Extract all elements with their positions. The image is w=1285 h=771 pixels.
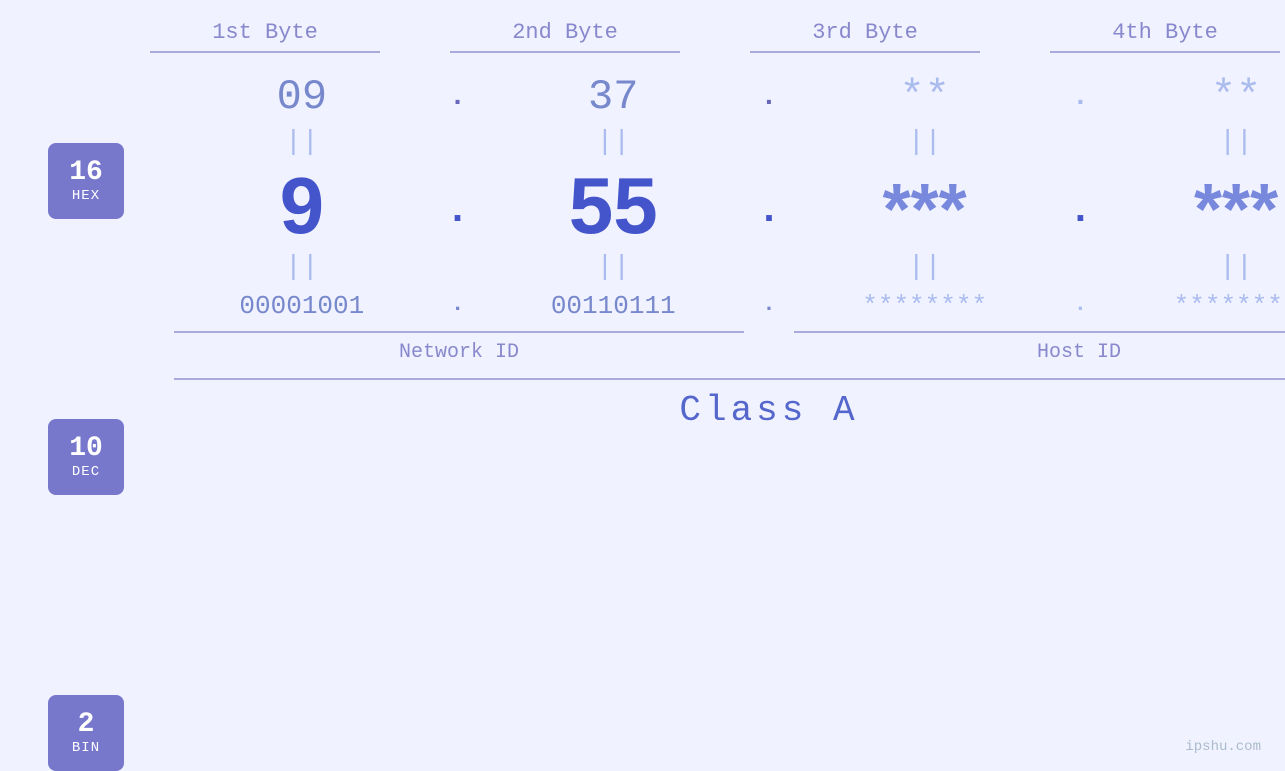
page-container: 1st Byte 2nd Byte 3rd Byte 4th Byte 16 H… [0,0,1285,767]
byte-headers: 1st Byte 2nd Byte 3rd Byte 4th Byte [65,0,1285,53]
hex-badge: 16 HEX [48,143,124,219]
bin-badge-number: 2 [78,710,95,741]
hex-badge-label: HEX [72,188,100,204]
hex-dot1: . [443,82,473,121]
eq2-b1: || [167,252,437,283]
dec-b3: *** [790,174,1060,246]
hex-dot3: . [1065,82,1095,121]
hex-b2: 37 [478,73,748,121]
badges-column: 16 HEX 10 DEC 2 BIN [0,63,124,771]
bin-b2: 00110111 [478,291,748,321]
bin-badge-label: BIN [72,740,100,756]
byte2-header: 2nd Byte [430,20,700,53]
eq2-b4: || [1101,252,1285,283]
equals-row-1: || || || || [144,127,1285,158]
byte4-header: 4th Byte [1030,20,1285,53]
network-id-label: Network ID [164,341,754,364]
host-id-label: Host ID [784,341,1285,364]
eq2-b2: || [478,252,748,283]
bin-b3: ******** [790,291,1060,321]
bottom-bracket-lines: Network ID Host ID [144,331,1285,364]
class-footer-section: Class A [144,378,1285,431]
bin-b4: ******** [1101,291,1285,321]
eq1-b4: || [1101,127,1285,158]
main-area: 16 HEX 10 DEC 2 BIN 09 . [0,63,1285,771]
eq1-b3: || [790,127,1060,158]
class-label: Class A [164,390,1285,431]
dec-dot3: . [1065,189,1095,246]
eq1-b1: || [167,127,437,158]
host-id-bracket: Host ID [784,331,1285,364]
dec-dot1: . [443,189,473,246]
eq2-b3: || [790,252,1060,283]
equals-row-2: || || || || [144,252,1285,283]
dec-b4: *** [1101,174,1285,246]
hex-row: 09 . 37 . ** . ** [144,73,1285,121]
values-grid: 09 . 37 . ** . ** || || [124,63,1285,431]
hex-badge-number: 16 [69,158,103,189]
bin-row: 00001001 . 00110111 . ******** . [144,291,1285,321]
dec-row: 9 . 55 . *** . *** [144,166,1285,246]
hex-b4: ** [1101,73,1285,121]
network-id-bracket: Network ID [164,331,754,364]
byte3-header: 3rd Byte [730,20,1000,53]
bin-dot2: . [754,292,784,321]
dec-b1: 9 [167,166,437,246]
eq1-b2: || [478,127,748,158]
byte1-header: 1st Byte [130,20,400,53]
dec-badge-number: 10 [69,434,103,465]
hex-dot2: . [754,82,784,121]
hex-b3: ** [790,73,1060,121]
bin-dot3: . [1065,292,1095,321]
dec-badge: 10 DEC [48,419,124,495]
bin-dot1: . [443,292,473,321]
bin-b1: 00001001 [167,291,437,321]
dec-badge-label: DEC [72,464,100,480]
dec-dot2: . [754,189,784,246]
bin-badge: 2 BIN [48,695,124,771]
watermark: ipshu.com [1185,739,1261,755]
hex-b1: 09 [167,73,437,121]
dec-b2: 55 [478,166,748,246]
